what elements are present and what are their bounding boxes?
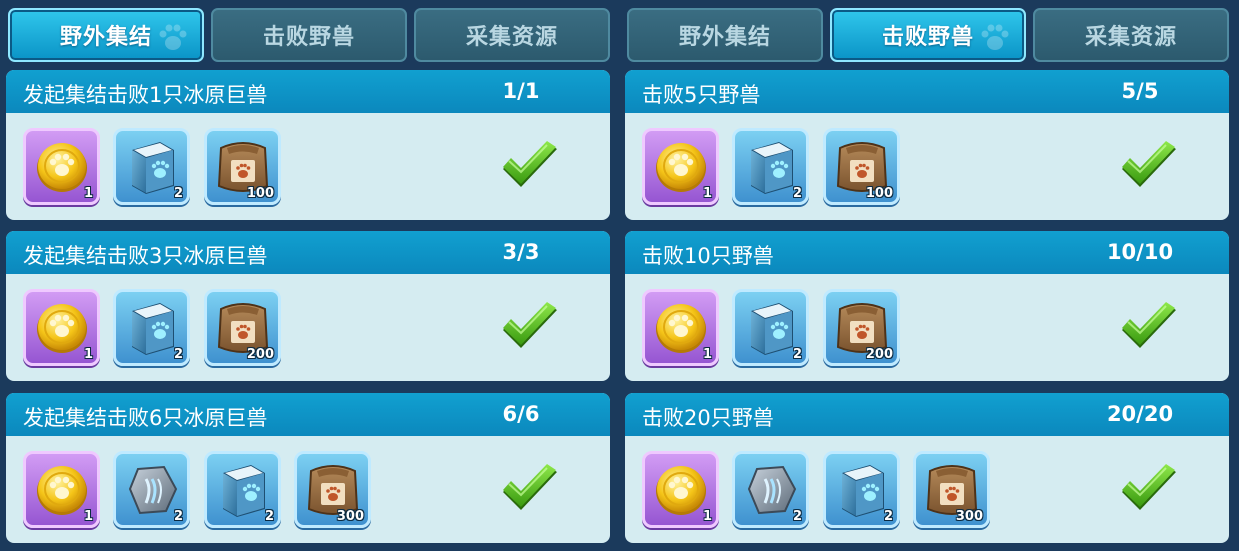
paw-icon [978,20,1012,54]
reward-slot[interactable]: 100 [204,128,281,205]
rally-panel-right: 野外集结 击败野兽 采集资源 击败5只野兽 5/5 1 2 100 击败10只野… [625,0,1230,551]
reward-qty: 1 [83,347,93,362]
reward-slot[interactable]: 2 [823,451,900,528]
task-rewards: 1 2 100 [6,113,610,220]
paw-icon [156,20,190,54]
reward-qty: 300 [955,509,983,524]
reward-slot[interactable]: 200 [823,289,900,366]
tab-label: 击败野兽 [881,25,974,50]
task-progress: 5/5 [1121,79,1159,103]
task-rewards: 1 2 200 [625,274,1229,381]
tab-gather-resources[interactable]: 采集资源 [1033,8,1229,62]
task-title: 发起集结击败3只冰原巨兽 [23,244,268,268]
tab-label: 击败野兽 [262,25,355,50]
task-card: 发起集结击败3只冰原巨兽 3/3 1 2 200 [6,231,610,381]
task-progress: 6/6 [502,402,540,426]
task-card: 发起集结击败1只冰原巨兽 1/1 1 2 100 [6,70,610,220]
check-icon [499,141,561,195]
reward-qty: 100 [246,186,274,201]
check-icon [1118,141,1180,195]
task-rewards: 1 2 100 [625,113,1229,220]
tab-label: 采集资源 [1084,25,1177,50]
reward-qty: 2 [173,509,183,524]
reward-slot[interactable]: 1 [23,451,100,528]
reward-slot[interactable]: 2 [113,451,190,528]
reward-slot[interactable]: 100 [823,128,900,205]
reward-slot[interactable]: 1 [642,128,719,205]
reward-qty: 300 [336,509,364,524]
task-card: 击败5只野兽 5/5 1 2 100 [625,70,1229,220]
task-card: 发起集结击败6只冰原巨兽 6/6 1 2 2 300 [6,393,610,543]
task-progress: 1/1 [502,79,540,103]
task-header: 发起集结击败3只冰原巨兽 3/3 [6,231,610,274]
task-header: 击败20只野兽 20/20 [625,393,1229,436]
reward-slot[interactable]: 1 [23,289,100,366]
reward-slot[interactable]: 1 [642,289,719,366]
reward-slot[interactable]: 2 [204,451,281,528]
reward-slot[interactable]: 2 [113,289,190,366]
reward-slot[interactable]: 2 [732,289,809,366]
reward-slot[interactable]: 2 [732,451,809,528]
reward-qty: 2 [792,509,802,524]
check-icon [499,464,561,518]
task-rewards: 1 2 200 [6,274,610,381]
tab-defeat-beasts[interactable]: 击败野兽 [830,8,1026,62]
tab-label: 野外集结 [59,25,152,50]
check-icon [499,302,561,356]
reward-qty: 2 [264,509,274,524]
reward-qty: 200 [246,347,274,362]
task-header: 发起集结击败1只冰原巨兽 1/1 [6,70,610,113]
task-title: 发起集结击败1只冰原巨兽 [23,83,268,107]
task-progress: 20/20 [1106,402,1174,426]
task-progress: 3/3 [502,240,540,264]
tab-wild-rally[interactable]: 野外集结 [8,8,204,62]
reward-qty: 2 [792,186,802,201]
reward-qty: 2 [173,186,183,201]
task-header: 击败10只野兽 10/10 [625,231,1229,274]
reward-qty: 1 [702,186,712,201]
reward-qty: 2 [173,347,183,362]
tab-wild-rally[interactable]: 野外集结 [627,8,823,62]
reward-slot[interactable]: 200 [204,289,281,366]
reward-slot[interactable]: 1 [23,128,100,205]
reward-slot[interactable]: 1 [642,451,719,528]
reward-qty: 100 [865,186,893,201]
reward-qty: 2 [792,347,802,362]
tab-defeat-beasts[interactable]: 击败野兽 [211,8,407,62]
task-title: 击败20只野兽 [642,406,774,430]
reward-slot[interactable]: 300 [913,451,990,528]
tab-label: 野外集结 [678,25,771,50]
task-progress: 10/10 [1106,240,1174,264]
task-rewards: 1 2 2 300 [6,436,610,543]
tab-gather-resources[interactable]: 采集资源 [414,8,610,62]
tab-label: 采集资源 [465,25,558,50]
task-card: 击败10只野兽 10/10 1 2 200 [625,231,1229,381]
rally-panel-left: 野外集结 击败野兽 采集资源 发起集结击败1只冰原巨兽 1/1 1 2 100 … [6,0,611,551]
reward-qty: 2 [883,509,893,524]
tab-bar: 野外集结 击败野兽 采集资源 [625,8,1230,62]
check-icon [1118,302,1180,356]
reward-qty: 1 [83,186,93,201]
task-title: 击败5只野兽 [642,83,761,107]
reward-qty: 1 [702,347,712,362]
reward-qty: 1 [83,509,93,524]
task-header: 发起集结击败6只冰原巨兽 6/6 [6,393,610,436]
check-icon [1118,464,1180,518]
reward-qty: 1 [702,509,712,524]
reward-slot[interactable]: 2 [732,128,809,205]
reward-slot[interactable]: 2 [113,128,190,205]
task-header: 击败5只野兽 5/5 [625,70,1229,113]
task-title: 击败10只野兽 [642,244,774,268]
task-card: 击败20只野兽 20/20 1 2 2 300 [625,393,1229,543]
tab-bar: 野外集结 击败野兽 采集资源 [6,8,611,62]
task-title: 发起集结击败6只冰原巨兽 [23,406,268,430]
reward-qty: 200 [865,347,893,362]
reward-slot[interactable]: 300 [294,451,371,528]
task-rewards: 1 2 2 300 [625,436,1229,543]
